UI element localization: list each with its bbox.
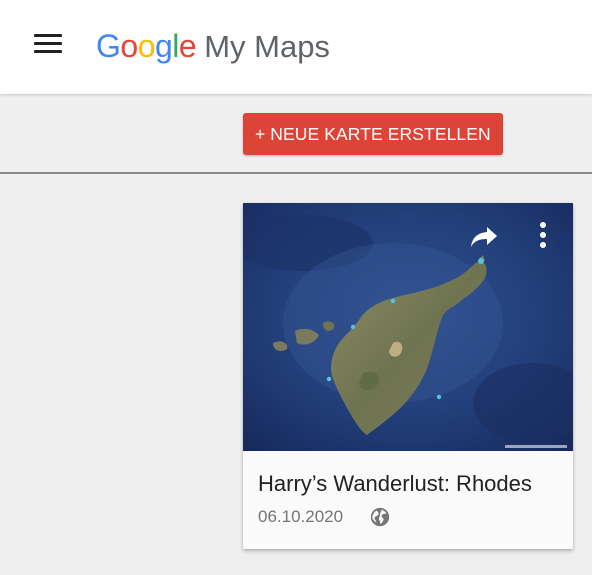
- map-title[interactable]: Harry’s Wanderlust: Rhodes: [258, 471, 532, 497]
- logo-letter: o: [120, 28, 138, 64]
- hamburger-menu-icon: [34, 34, 62, 37]
- logo-letter: g: [154, 28, 173, 64]
- logo-letter: G: [96, 28, 121, 64]
- map-date: 06.10.2020: [258, 507, 344, 526]
- more-vert-icon[interactable]: [531, 217, 555, 253]
- share-icon[interactable]: [469, 223, 499, 251]
- product-name: My Maps: [204, 29, 330, 64]
- create-new-map-button[interactable]: + NEUE KARTE ERSTELLEN: [243, 113, 503, 155]
- main-menu-button[interactable]: [28, 28, 68, 60]
- map-thumbnail[interactable]: [243, 203, 573, 451]
- hamburger-menu-icon-bar: [34, 42, 62, 45]
- google-my-maps-logo[interactable]: Google My Maps: [96, 24, 330, 68]
- toolbar: + NEUE KARTE ERSTELLEN: [0, 94, 592, 174]
- app-header: Google My Maps: [0, 0, 592, 94]
- logo-letter: l: [172, 28, 179, 64]
- hamburger-menu-icon-bar: [34, 50, 62, 53]
- logo-letter: o: [137, 28, 156, 64]
- logo-letter: e: [178, 28, 197, 64]
- map-card[interactable]: Harry’s Wanderlust: Rhodes 06.10.2020: [243, 203, 573, 549]
- globe-icon: [370, 507, 390, 527]
